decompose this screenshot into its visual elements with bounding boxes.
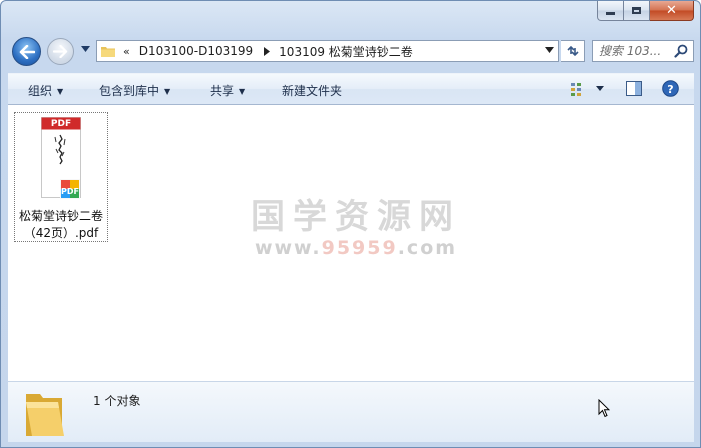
recent-pages-dropdown-icon[interactable] — [81, 46, 90, 52]
pdf-badge-label: PDF — [50, 119, 72, 129]
file-item[interactable]: PDF PDF 松菊堂诗钞二卷 （42页）.pdf — [14, 112, 108, 242]
organize-menu[interactable]: 组织 ▼ — [28, 82, 63, 99]
item-count: 1 个对象 — [93, 394, 141, 408]
details-pane: 1 个对象 — [8, 381, 694, 442]
watermark-url-suffix: .com — [397, 237, 458, 259]
chevron-down-icon: ▼ — [164, 87, 171, 96]
watermark-url: www.95959.com — [243, 237, 469, 259]
command-bar: 组织 ▼ 包含到库中 ▼ 共享 ▼ 新建文件夹 ? — [8, 73, 694, 105]
watermark-title: 国学资源网 — [251, 197, 461, 237]
chevron-down-icon: ▼ — [57, 87, 64, 96]
refresh-button[interactable] — [561, 40, 585, 62]
file-list-pane[interactable]: PDF PDF 松菊堂诗钞二卷 （42页）.pdf 国学资源网 www.9595… — [8, 105, 694, 381]
file-name: 松菊堂诗钞二卷 （42页）.pdf — [15, 208, 107, 242]
view-dropdown-icon[interactable] — [596, 86, 604, 91]
help-icon[interactable]: ? — [662, 80, 679, 97]
minimize-icon — [606, 12, 615, 15]
chevron-down-icon: ▼ — [239, 87, 246, 96]
chevron-right-icon[interactable] — [264, 46, 271, 56]
explorer-window: ✕ « D103100-D103199 103109 松菊堂诗钞二卷 组织 ▼ 包… — [0, 0, 701, 448]
refresh-icon — [566, 45, 579, 57]
chevron-down-icon[interactable] — [545, 47, 554, 53]
maximize-icon — [632, 7, 641, 14]
share-menu[interactable]: 共享 ▼ — [210, 82, 245, 99]
include-in-library-label: 包含到库中 — [99, 84, 160, 98]
watermark-url-highlight: 95959 — [321, 237, 398, 259]
address-bar[interactable]: « D103100-D103199 103109 松菊堂诗钞二卷 — [96, 40, 559, 62]
minimize-button[interactable] — [597, 1, 624, 21]
back-button[interactable] — [12, 37, 41, 66]
maximize-button[interactable] — [624, 1, 650, 21]
watermark-url-prefix: www. — [254, 237, 322, 259]
new-folder-button[interactable]: 新建文件夹 — [282, 82, 342, 99]
organize-label: 组织 — [28, 84, 53, 98]
new-folder-label: 新建文件夹 — [282, 84, 343, 98]
close-icon: ✕ — [666, 3, 677, 18]
close-button[interactable]: ✕ — [650, 1, 694, 21]
folder-icon — [101, 47, 115, 57]
search-icon[interactable] — [674, 44, 688, 58]
pdf-corner-badge: PDF — [61, 187, 79, 196]
svg-text:?: ? — [667, 83, 673, 96]
back-arrow-icon — [19, 44, 35, 59]
view-options-icon[interactable] — [570, 82, 586, 96]
folder-icon — [26, 394, 64, 436]
forward-button[interactable] — [47, 38, 74, 65]
include-in-library-menu[interactable]: 包含到库中 ▼ — [99, 82, 170, 99]
file-name-line1: 松菊堂诗钞二卷 — [18, 209, 103, 223]
caption-buttons: ✕ — [597, 1, 694, 21]
mouse-cursor-icon — [598, 399, 610, 418]
search-input[interactable] — [599, 42, 669, 60]
navigation-bar: « D103100-D103199 103109 松菊堂诗钞二卷 — [1, 36, 700, 66]
share-label: 共享 — [210, 84, 235, 98]
search-box[interactable] — [592, 40, 694, 62]
forward-arrow-icon — [53, 45, 68, 58]
watermark: 国学资源网 www.95959.com — [243, 197, 469, 259]
breadcrumb-item-current[interactable]: 103109 松菊堂诗钞二卷 — [279, 43, 413, 60]
preview-pane-icon[interactable] — [626, 81, 642, 96]
file-name-line2: （42页）.pdf — [23, 226, 99, 240]
breadcrumb-item[interactable]: D103100-D103199 — [139, 44, 253, 58]
breadcrumb-overflow[interactable]: « — [123, 45, 130, 58]
